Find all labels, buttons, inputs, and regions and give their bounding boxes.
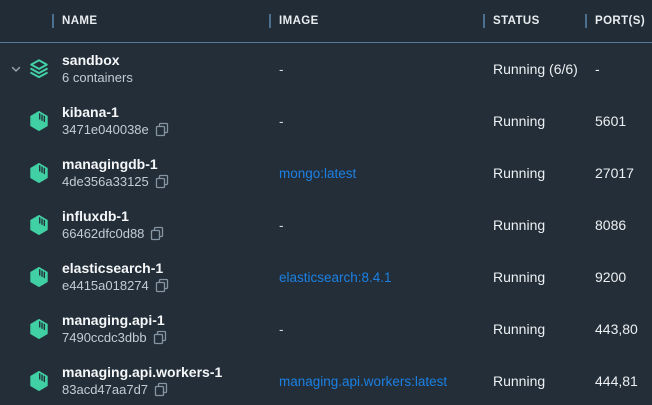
image-cell: elasticsearch:8.4.1 (270, 270, 485, 285)
image-name: - (279, 62, 284, 77)
container-cube-icon (28, 161, 50, 185)
container-cube-icon (28, 109, 50, 133)
name-cell: elasticsearch-1 e4415a018274 (62, 260, 270, 294)
container-cube-icon (28, 213, 50, 237)
container-name: sandbox (62, 52, 270, 69)
image-cell: managing.api.workers:latest (270, 374, 485, 389)
column-divider (483, 14, 485, 28)
name-cell: managing.api-1 7490ccdc3dbb (62, 312, 270, 346)
copy-icon[interactable] (155, 122, 169, 137)
status-text: Running (485, 321, 585, 337)
container-name: kibana-1 (62, 104, 270, 121)
column-header-status[interactable]: STATUS (483, 0, 540, 42)
container-name: managingdb-1 (62, 156, 270, 173)
row-icon-cell (0, 57, 62, 81)
column-label: PORT(S) (595, 15, 645, 27)
image-cell: - (270, 62, 485, 77)
container-id: 4de356a33125 (62, 173, 149, 190)
status-text: Running (485, 217, 585, 233)
container-name: elasticsearch-1 (62, 260, 270, 277)
container-name: managing.api-1 (62, 312, 270, 329)
container-name: influxdb-1 (62, 208, 270, 225)
row-icon-cell (0, 109, 62, 133)
row-icon-cell (0, 369, 62, 393)
name-cell: influxdb-1 66462dfc0d88 (62, 208, 270, 242)
table-row[interactable]: elasticsearch-1 e4415a018274 elasticsear… (0, 251, 652, 303)
table-header: NAME IMAGE STATUS PORT(S) (0, 0, 652, 43)
table-row[interactable]: managingdb-1 4de356a33125 mongo:latest R… (0, 147, 652, 199)
name-cell: managing.api.workers-1 83acd47aa7d7 (62, 364, 270, 398)
image-name[interactable]: elasticsearch:8.4.1 (279, 270, 392, 285)
column-divider (269, 14, 271, 28)
table-row[interactable]: influxdb-1 66462dfc0d88 - Running 8086 (0, 199, 652, 251)
image-name: - (279, 114, 284, 129)
row-icon-cell (0, 317, 62, 341)
row-icon-cell (0, 161, 62, 185)
image-name: - (279, 322, 284, 337)
column-label: STATUS (493, 15, 540, 27)
status-text: Running (6/6) (485, 61, 585, 77)
image-cell: mongo:latest (270, 166, 485, 181)
container-cube-icon (28, 369, 50, 393)
containers-table: NAME IMAGE STATUS PORT(S) sandbox (0, 0, 652, 405)
copy-icon[interactable] (150, 226, 164, 241)
table-row[interactable]: kibana-1 3471e040038e - Running 5601 (0, 95, 652, 147)
container-id: 7490ccdc3dbb (62, 329, 147, 346)
name-cell: sandbox 6 containers (62, 52, 270, 86)
row-icon-cell (0, 213, 62, 237)
status-text: Running (485, 113, 585, 129)
image-cell: - (270, 218, 485, 233)
container-id: 83acd47aa7d7 (62, 381, 148, 398)
column-divider (52, 14, 54, 28)
ports-text: 27017 (585, 165, 652, 181)
container-id: 6 containers (62, 69, 133, 86)
status-text: Running (485, 165, 585, 181)
stack-layers-icon (28, 57, 50, 81)
table-body: sandbox 6 containers - Running (6/6) - (0, 43, 652, 405)
column-divider (585, 14, 587, 28)
image-cell: - (270, 114, 485, 129)
copy-icon[interactable] (155, 278, 169, 293)
ports-text: 8086 (585, 217, 652, 233)
column-header-name[interactable]: NAME (52, 0, 97, 42)
copy-icon[interactable] (153, 330, 167, 345)
chevron-down-icon[interactable] (10, 63, 22, 75)
row-icon-cell (0, 265, 62, 289)
ports-text: 5601 (585, 113, 652, 129)
name-cell: kibana-1 3471e040038e (62, 104, 270, 138)
column-header-image[interactable]: IMAGE (269, 0, 319, 42)
container-id: 3471e040038e (62, 121, 149, 138)
ports-text: - (585, 61, 652, 77)
table-row[interactable]: managing.api-1 7490ccdc3dbb - Running 44… (0, 303, 652, 355)
ports-text: 444,81 (585, 373, 652, 389)
table-row[interactable]: sandbox 6 containers - Running (6/6) - (0, 43, 652, 95)
image-name[interactable]: mongo:latest (279, 166, 356, 181)
status-text: Running (485, 269, 585, 285)
column-label: NAME (62, 15, 97, 27)
image-cell: - (270, 322, 485, 337)
name-cell: managingdb-1 4de356a33125 (62, 156, 270, 190)
container-cube-icon (28, 317, 50, 341)
table-row[interactable]: managing.api.workers-1 83acd47aa7d7 mana… (0, 355, 652, 405)
image-name: - (279, 218, 284, 233)
container-cube-icon (28, 265, 50, 289)
column-header-ports[interactable]: PORT(S) (585, 0, 645, 42)
ports-text: 443,80 (585, 321, 652, 337)
copy-icon[interactable] (154, 382, 168, 397)
column-label: IMAGE (279, 15, 319, 27)
container-id: 66462dfc0d88 (62, 225, 144, 242)
status-text: Running (485, 373, 585, 389)
copy-icon[interactable] (155, 174, 169, 189)
container-id: e4415a018274 (62, 277, 149, 294)
container-name: managing.api.workers-1 (62, 364, 270, 381)
image-name[interactable]: managing.api.workers:latest (279, 374, 447, 389)
ports-text: 9200 (585, 269, 652, 285)
